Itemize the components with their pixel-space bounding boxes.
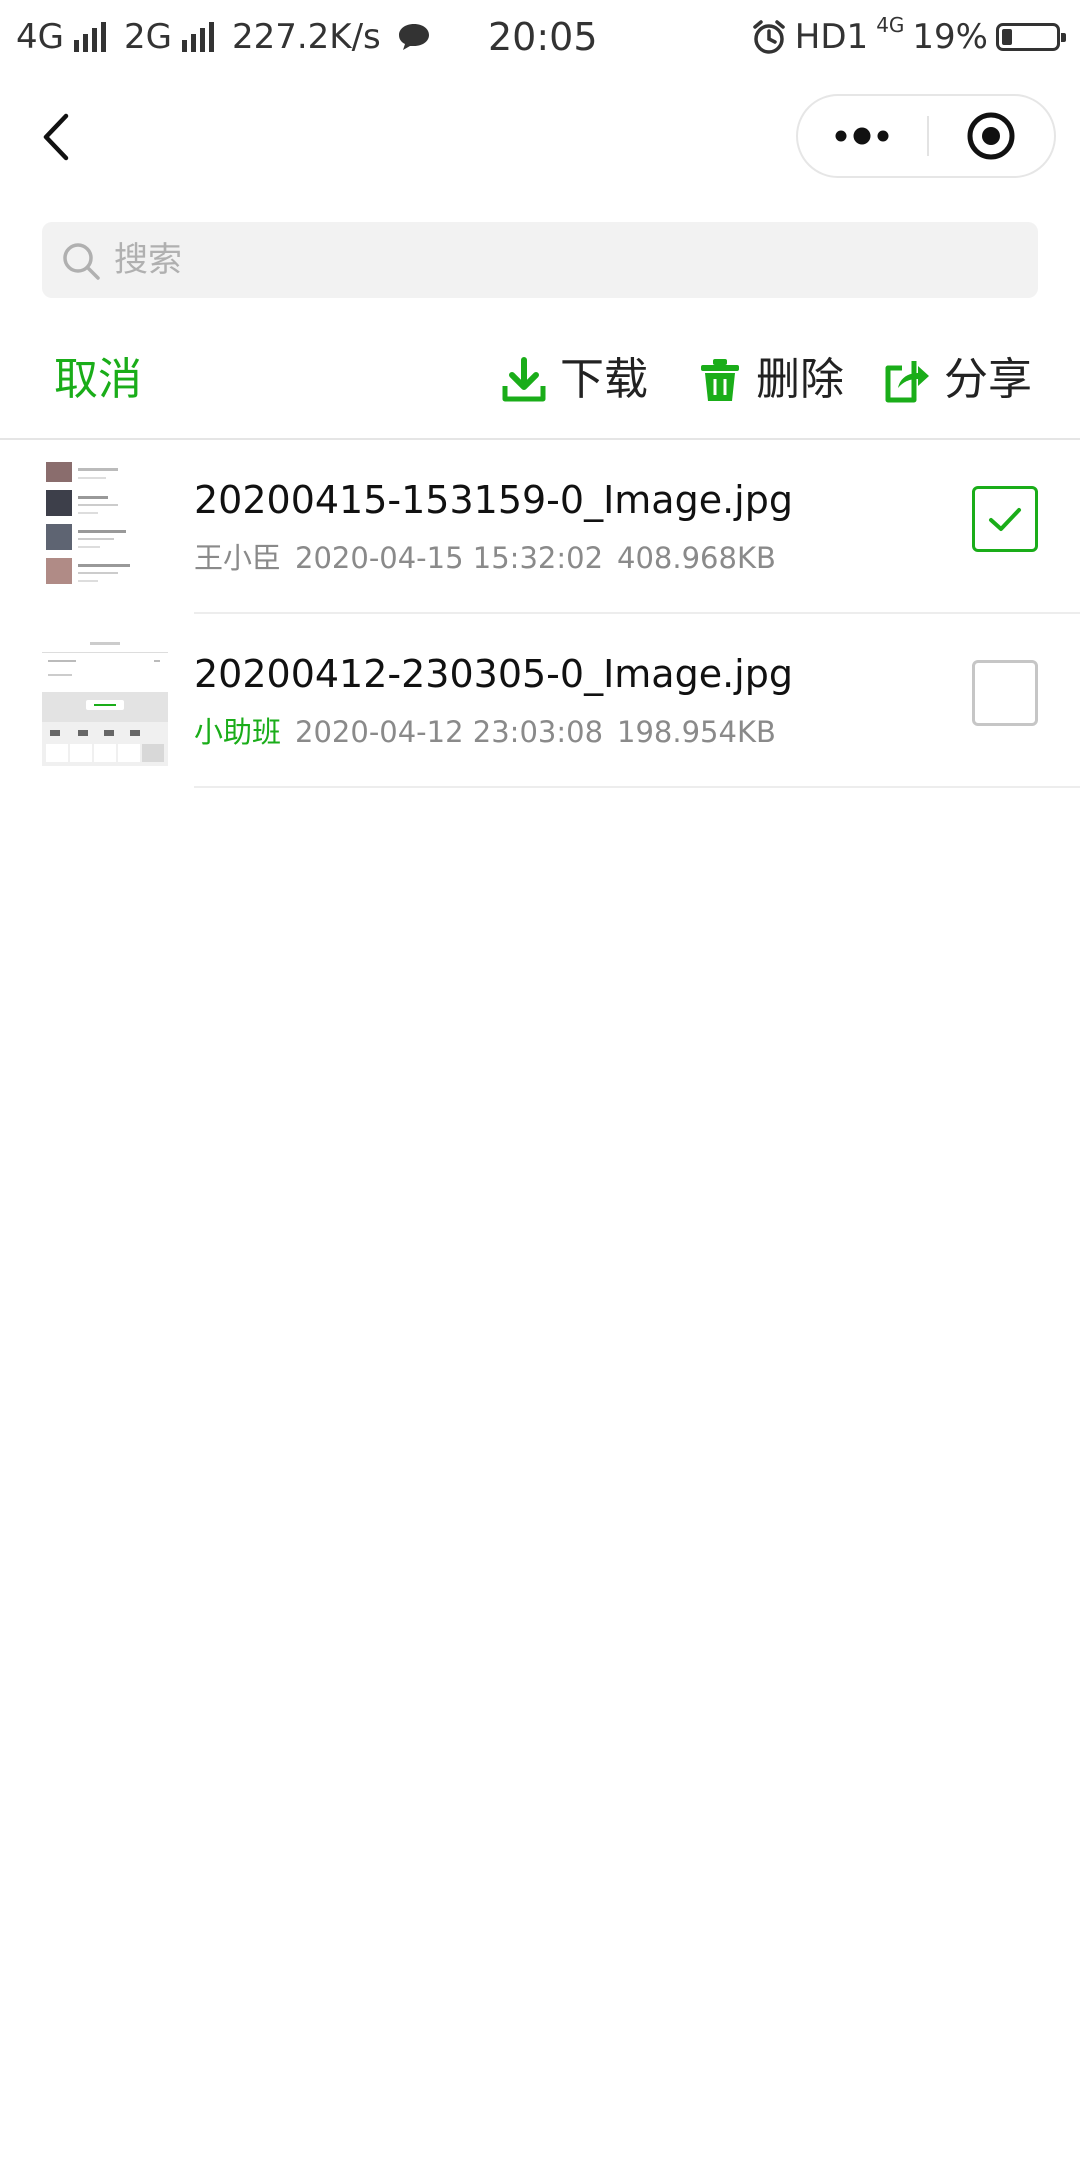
more-dots-icon [835, 127, 889, 145]
chat-bubble-icon [398, 24, 429, 50]
row-divider [194, 786, 1080, 788]
status-left: 4G 2G 227.2K/s [16, 14, 431, 60]
file-meta: 王小臣 2020-04-15 15:32:02 408.968KB [194, 538, 776, 578]
more-options-button[interactable] [798, 96, 928, 176]
cancel-button[interactable]: 取消 [54, 350, 142, 410]
file-sender: 小助班 [194, 715, 282, 749]
file-name: 20200415-153159-0_Image.jpg [194, 478, 793, 522]
search-input[interactable] [114, 222, 1014, 298]
miniprogram-capsule [796, 94, 1056, 178]
file-size: 198.954KB [617, 715, 776, 749]
file-thumbnail-keyboard-screen [42, 634, 168, 766]
delete-label: 删除 [756, 354, 844, 405]
download-button[interactable]: 下载 [500, 350, 648, 410]
close-miniprogram-button[interactable] [929, 96, 1056, 176]
data-network-indicator: 4G [876, 13, 905, 37]
share-icon [885, 361, 929, 403]
file-date: 2020-04-15 15:32:02 [295, 541, 604, 575]
back-button[interactable] [30, 102, 82, 172]
status-bar: 4G 2G 227.2K/s 20:05 HD1 4G 19% [0, 0, 1080, 76]
signal-strength-icon [73, 22, 106, 52]
battery-percent: 19% [912, 17, 988, 57]
battery-fill [1002, 29, 1012, 45]
selection-toolbar: 取消 下载 删除 分享 [0, 330, 1080, 440]
file-checkbox-unchecked[interactable] [972, 660, 1038, 726]
file-name: 20200412-230305-0_Image.jpg [194, 652, 793, 696]
target-close-icon [967, 112, 1015, 160]
alarm-clock-icon [753, 20, 785, 54]
file-list: 20200415-153159-0_Image.jpg 王小臣 2020-04-… [0, 440, 1080, 788]
file-meta: 小助班 2020-04-12 23:03:08 198.954KB [194, 712, 776, 752]
checkmark-icon [989, 508, 1021, 531]
share-label: 分享 [944, 354, 1032, 405]
file-picker-page: 4G 2G 227.2K/s 20:05 HD1 4G 19% 搜索 取消 下载… [0, 0, 1080, 2160]
download-label: 下载 [560, 354, 648, 405]
file-size: 408.968KB [617, 541, 776, 575]
file-row-1[interactable]: 20200415-153159-0_Image.jpg 王小臣 2020-04-… [0, 440, 1080, 614]
file-sender: 王小臣 [194, 541, 282, 575]
status-time: 20:05 [488, 15, 598, 59]
network-speed: 227.2K/s [231, 17, 381, 57]
file-checkbox-checked[interactable] [972, 486, 1038, 552]
search-icon [63, 243, 100, 280]
share-button[interactable]: 分享 [884, 350, 1032, 410]
battery-icon [996, 23, 1066, 51]
file-row-2[interactable]: 20200412-230305-0_Image.jpg 小助班 2020-04-… [0, 614, 1080, 788]
signal-strength-2-icon [181, 22, 214, 52]
delete-button[interactable]: 删除 [696, 350, 844, 410]
file-date: 2020-04-12 23:03:08 [295, 715, 604, 749]
search-box[interactable] [42, 222, 1038, 298]
network-type-2: 2G [123, 17, 172, 57]
trash-icon [701, 359, 739, 401]
network-type-1: 4G [16, 17, 64, 57]
status-right: HD1 4G 19% [751, 13, 1066, 60]
download-icon [502, 357, 546, 402]
file-thumbnail-chat-list [42, 460, 168, 592]
chevron-left-icon [43, 113, 69, 161]
hd-indicator: HD1 [794, 17, 869, 57]
